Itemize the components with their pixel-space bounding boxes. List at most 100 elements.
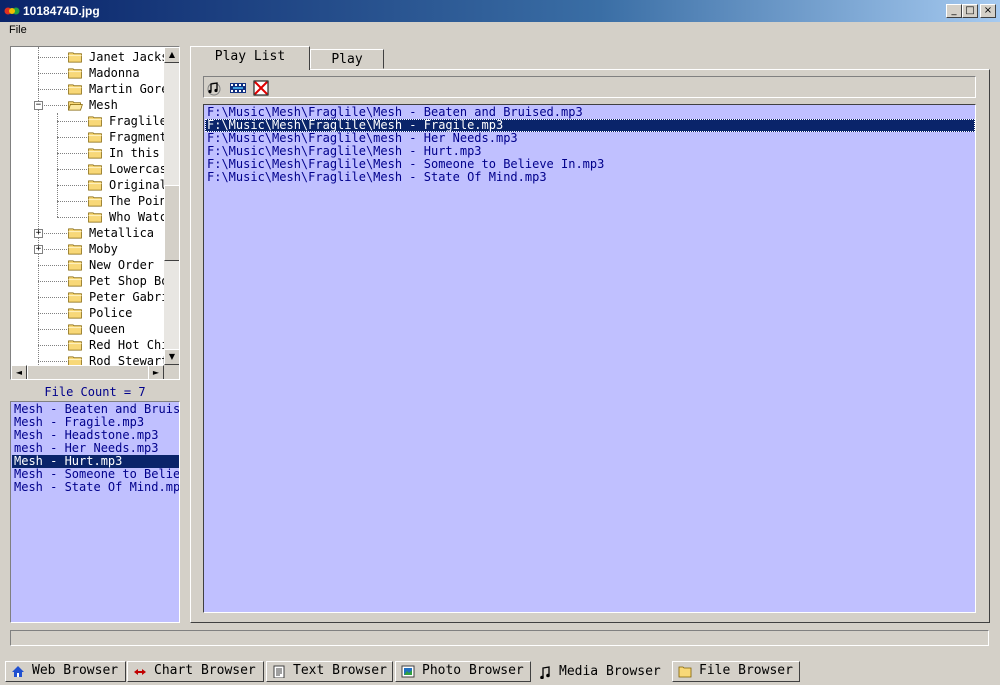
close-button[interactable]: × — [980, 4, 996, 18]
tree-item-label: Fragments — [109, 130, 165, 144]
tree-vertical-thumb[interactable] — [164, 185, 179, 261]
file-list[interactable]: Mesh - Beaten and Bruised.mp3Mesh - Frag… — [10, 401, 180, 623]
tree-item[interactable]: Rod Stewart — [11, 353, 165, 365]
playlist[interactable]: F:\Music\Mesh\Fraglile\Mesh - Beaten and… — [203, 104, 976, 613]
tree-item[interactable]: Lowercase — [11, 161, 165, 177]
tree-connector — [38, 57, 67, 58]
tree-item[interactable]: Peter Gabriel — [11, 289, 165, 305]
folder-icon — [678, 666, 692, 678]
tree-connector — [38, 89, 67, 90]
tree-connector — [38, 265, 67, 266]
tree-connector — [38, 361, 67, 362]
tree-item-label: Pet Shop Boys — [89, 274, 165, 288]
tree-item[interactable]: − Mesh — [11, 97, 165, 113]
tree-item-label: Original — [109, 178, 165, 192]
browser-tab-label: Text Browser — [293, 663, 387, 678]
tree-item[interactable]: In this Place — [11, 145, 165, 161]
folder-tree[interactable]: Janet Jackson Madonna Martin Gore − Mesh Frag… — [10, 46, 180, 380]
tree-item-label: Mesh — [89, 98, 118, 112]
browser-tab-media-browser[interactable]: Media Browser — [532, 662, 670, 683]
tree-horizontal-scrollbar[interactable]: ◄ ► — [11, 365, 164, 379]
folder-icon — [88, 164, 102, 175]
browser-tab-chart-browser[interactable]: Chart Browser — [127, 661, 264, 682]
tree-connector — [38, 329, 67, 330]
folder-icon — [68, 52, 82, 63]
tree-item[interactable]: Martin Gore — [11, 81, 165, 97]
tree-item[interactable]: Police — [11, 305, 165, 321]
status-bar — [10, 630, 989, 646]
tree-item-label: Queen — [89, 322, 126, 336]
tree-connector — [57, 201, 87, 202]
menu-file[interactable]: File — [9, 24, 27, 36]
folder-icon — [88, 196, 102, 207]
tree-item[interactable]: Janet Jackson — [11, 49, 165, 65]
tree-item[interactable]: Queen — [11, 321, 165, 337]
tree-item-label: Red Hot Chili Peppers — [89, 338, 165, 352]
tree-horizontal-thumb[interactable] — [27, 365, 153, 379]
folder-icon — [88, 212, 102, 223]
tab-play[interactable]: Play — [310, 49, 384, 69]
tree-vertical-scrollbar[interactable]: ▲ ▼ — [164, 47, 179, 365]
browser-tab-text-browser[interactable]: Text Browser — [266, 661, 393, 682]
folder-icon — [68, 340, 82, 351]
folder-tree-content: Janet Jackson Madonna Martin Gore − Mesh Frag… — [11, 47, 165, 365]
tree-item[interactable]: Pet Shop Boys — [11, 273, 165, 289]
title-bar: 1018474D.jpg _ □ × — [0, 0, 1000, 22]
tab-play-list[interactable]: Play List — [190, 46, 310, 70]
tree-item-label: New Order — [89, 258, 155, 272]
tree-item[interactable]: The Point — [11, 193, 165, 209]
tree-item-label: Madonna — [89, 66, 140, 80]
folder-icon — [68, 324, 82, 335]
tree-connector — [57, 217, 87, 218]
file-list-item[interactable]: Mesh - State Of Mind.mp3 — [12, 481, 179, 494]
scroll-down-button[interactable]: ▼ — [164, 349, 179, 365]
folder-icon — [68, 244, 82, 255]
browser-tab-label: Photo Browser — [422, 663, 524, 678]
tree-item-label: Lowercase — [109, 162, 165, 176]
expand-toggle-icon[interactable]: + — [34, 245, 43, 254]
house-icon — [12, 666, 24, 677]
browser-tab-web-browser[interactable]: Web Browser — [5, 661, 126, 682]
file-count-label: File Count = 7 — [44, 385, 146, 399]
tree-item[interactable]: New Order — [11, 257, 165, 273]
music-note-icon[interactable] — [205, 79, 223, 97]
tree-item[interactable]: Who Watches — [11, 209, 165, 225]
expand-toggle-icon[interactable]: − — [34, 101, 43, 110]
minimize-button[interactable]: _ — [946, 4, 962, 18]
tree-connector — [57, 121, 87, 122]
tree-item[interactable]: Fragments — [11, 129, 165, 145]
tree-item-label: Moby — [89, 242, 118, 256]
delete-icon[interactable] — [252, 79, 270, 97]
folder-icon — [68, 356, 82, 365]
scroll-right-button[interactable]: ► — [148, 365, 164, 379]
folder-icon — [68, 308, 82, 319]
browser-tab-label: Media Browser — [559, 664, 661, 679]
tree-item[interactable]: + Moby — [11, 241, 165, 257]
browser-tab-photo-browser[interactable]: Photo Browser — [395, 661, 531, 682]
tree-item-label: Peter Gabriel — [89, 290, 165, 304]
tree-item[interactable]: + Metallica — [11, 225, 165, 241]
filmstrip-icon[interactable] — [229, 79, 247, 97]
folder-icon — [68, 292, 82, 303]
scroll-left-button[interactable]: ◄ — [11, 365, 27, 379]
tree-item-label: The Point — [109, 194, 165, 208]
maximize-button[interactable]: □ — [962, 4, 978, 18]
tree-item[interactable]: Fraglile — [11, 113, 165, 129]
tree-item[interactable]: Red Hot Chili Peppers — [11, 337, 165, 353]
tree-connector — [38, 73, 67, 74]
expand-toggle-icon[interactable]: + — [34, 229, 43, 238]
browser-tab-label: File Browser — [699, 663, 793, 678]
tree-connector — [57, 185, 87, 186]
tree-item[interactable]: Madonna — [11, 65, 165, 81]
browser-tab-label: Web Browser — [32, 663, 119, 678]
tree-item[interactable]: Original — [11, 177, 165, 193]
playlist-toolbar — [203, 76, 976, 98]
photo-icon — [401, 665, 415, 678]
tree-connector — [57, 137, 87, 138]
browser-tab-file-browser[interactable]: File Browser — [672, 661, 800, 682]
scroll-up-button[interactable]: ▲ — [164, 47, 179, 63]
folder-icon — [68, 228, 82, 239]
tree-item-label: Janet Jackson — [89, 50, 165, 64]
browser-tab-label: Chart Browser — [154, 663, 256, 678]
playlist-item[interactable]: F:\Music\Mesh\Fraglile\Mesh - State Of M… — [205, 171, 975, 184]
